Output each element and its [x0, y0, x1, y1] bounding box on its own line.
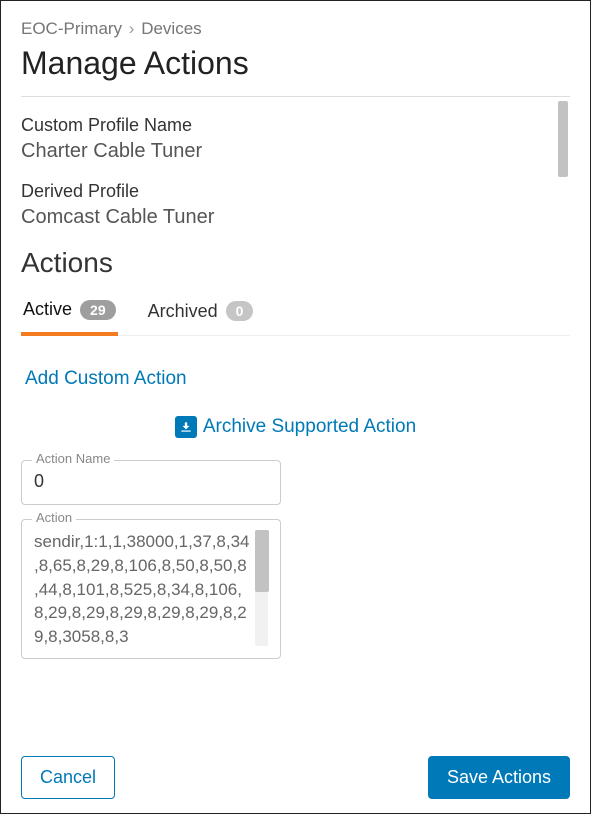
derived-profile-value: Comcast Cable Tuner [21, 206, 570, 229]
breadcrumb-separator: › [129, 19, 135, 38]
textarea-scrollbar-thumb[interactable] [255, 530, 269, 592]
footer: Cancel Save Actions [21, 756, 570, 799]
scrollbar[interactable] [558, 101, 568, 707]
add-custom-action-link[interactable]: Add Custom Action [25, 368, 187, 390]
action-label: Action [32, 510, 76, 525]
tab-active[interactable]: Active 29 [21, 295, 118, 336]
tab-archived-label: Archived [148, 301, 218, 322]
tab-archived[interactable]: Archived 0 [146, 295, 256, 335]
archive-icon[interactable] [175, 416, 197, 438]
breadcrumb-root[interactable]: EOC-Primary [21, 19, 122, 38]
save-actions-button[interactable]: Save Actions [428, 756, 570, 799]
content-scroll[interactable]: Custom Profile Name Charter Cable Tuner … [21, 97, 570, 707]
breadcrumb: EOC-Primary › Devices [21, 19, 570, 39]
tab-archived-count: 0 [226, 301, 254, 321]
action-name-group: Action Name [21, 460, 281, 505]
custom-profile-name-value: Charter Cable Tuner [21, 140, 570, 163]
cancel-button[interactable]: Cancel [21, 756, 115, 799]
action-name-label: Action Name [32, 451, 114, 466]
action-textarea[interactable] [34, 530, 251, 646]
tab-active-label: Active [23, 299, 72, 320]
derived-profile-label: Derived Profile [21, 181, 570, 202]
scrollbar-thumb[interactable] [558, 101, 568, 177]
action-name-input[interactable] [34, 471, 268, 492]
archive-supported-action-link[interactable]: Archive Supported Action [203, 416, 416, 438]
action-group: Action [21, 519, 281, 659]
page-title: Manage Actions [21, 45, 570, 82]
actions-section-title: Actions [21, 247, 570, 279]
custom-profile-name-label: Custom Profile Name [21, 115, 570, 136]
breadcrumb-current[interactable]: Devices [141, 19, 201, 38]
textarea-scrollbar[interactable] [255, 530, 268, 646]
tab-active-count: 29 [80, 300, 116, 320]
tabs: Active 29 Archived 0 [21, 295, 570, 336]
